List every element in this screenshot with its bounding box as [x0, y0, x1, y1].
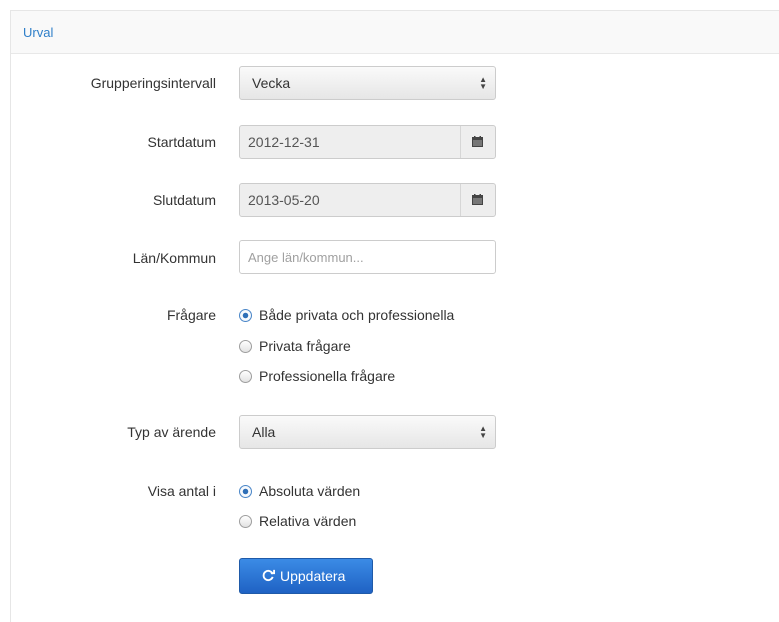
update-button[interactable]: Uppdatera — [239, 558, 373, 594]
start-date-calendar-button[interactable] — [460, 126, 495, 158]
case-type-select[interactable]: Alla ▲ ▼ — [239, 415, 496, 449]
asker-option-private-label: Privata frågare — [259, 338, 351, 354]
radio-unchecked-icon — [239, 515, 252, 528]
grouping-select[interactable]: Vecka ▲ ▼ — [239, 66, 496, 100]
region-placeholder: Ange län/kommun... — [248, 250, 364, 265]
case-type-value: Alla — [252, 424, 276, 440]
region-input[interactable]: Ange län/kommun... — [239, 240, 496, 274]
panel-title: Urval — [23, 25, 54, 40]
show-count-option-relative-label: Relativa värden — [259, 513, 357, 529]
radio-unchecked-icon — [239, 340, 252, 353]
radio-checked-icon — [239, 309, 252, 322]
case-type-label: Typ av ärende — [127, 424, 216, 440]
asker-option-both-label: Både privata och professionella — [259, 307, 455, 323]
grouping-label: Grupperingsintervall — [90, 75, 216, 91]
end-date-value: 2013-05-20 — [248, 192, 320, 208]
start-date-field[interactable]: 2012-12-31 — [239, 125, 496, 159]
end-date-field[interactable]: 2013-05-20 — [239, 183, 496, 217]
panel-heading: Urval — [11, 11, 779, 54]
asker-label: Frågare — [166, 307, 216, 323]
calendar-icon — [472, 194, 483, 205]
region-label: Län/Kommun — [132, 250, 216, 266]
refresh-icon — [262, 569, 275, 582]
end-date-calendar-button[interactable] — [460, 184, 495, 216]
calendar-icon — [472, 136, 483, 147]
start-date-value: 2012-12-31 — [248, 134, 320, 150]
radio-unchecked-icon — [239, 370, 252, 383]
sort-arrows-icon: ▲ ▼ — [479, 424, 487, 440]
start-date-label: Startdatum — [147, 134, 216, 150]
asker-option-professional-label: Professionella frågare — [259, 368, 396, 384]
sort-arrows-icon: ▲ ▼ — [479, 75, 487, 91]
grouping-value: Vecka — [252, 75, 291, 91]
show-count-label: Visa antal i — [147, 483, 216, 499]
radio-checked-icon — [239, 485, 252, 498]
show-count-option-absolute-label: Absoluta värden — [259, 483, 361, 499]
end-date-label: Slutdatum — [152, 192, 216, 208]
update-button-label: Uppdatera — [280, 568, 346, 584]
